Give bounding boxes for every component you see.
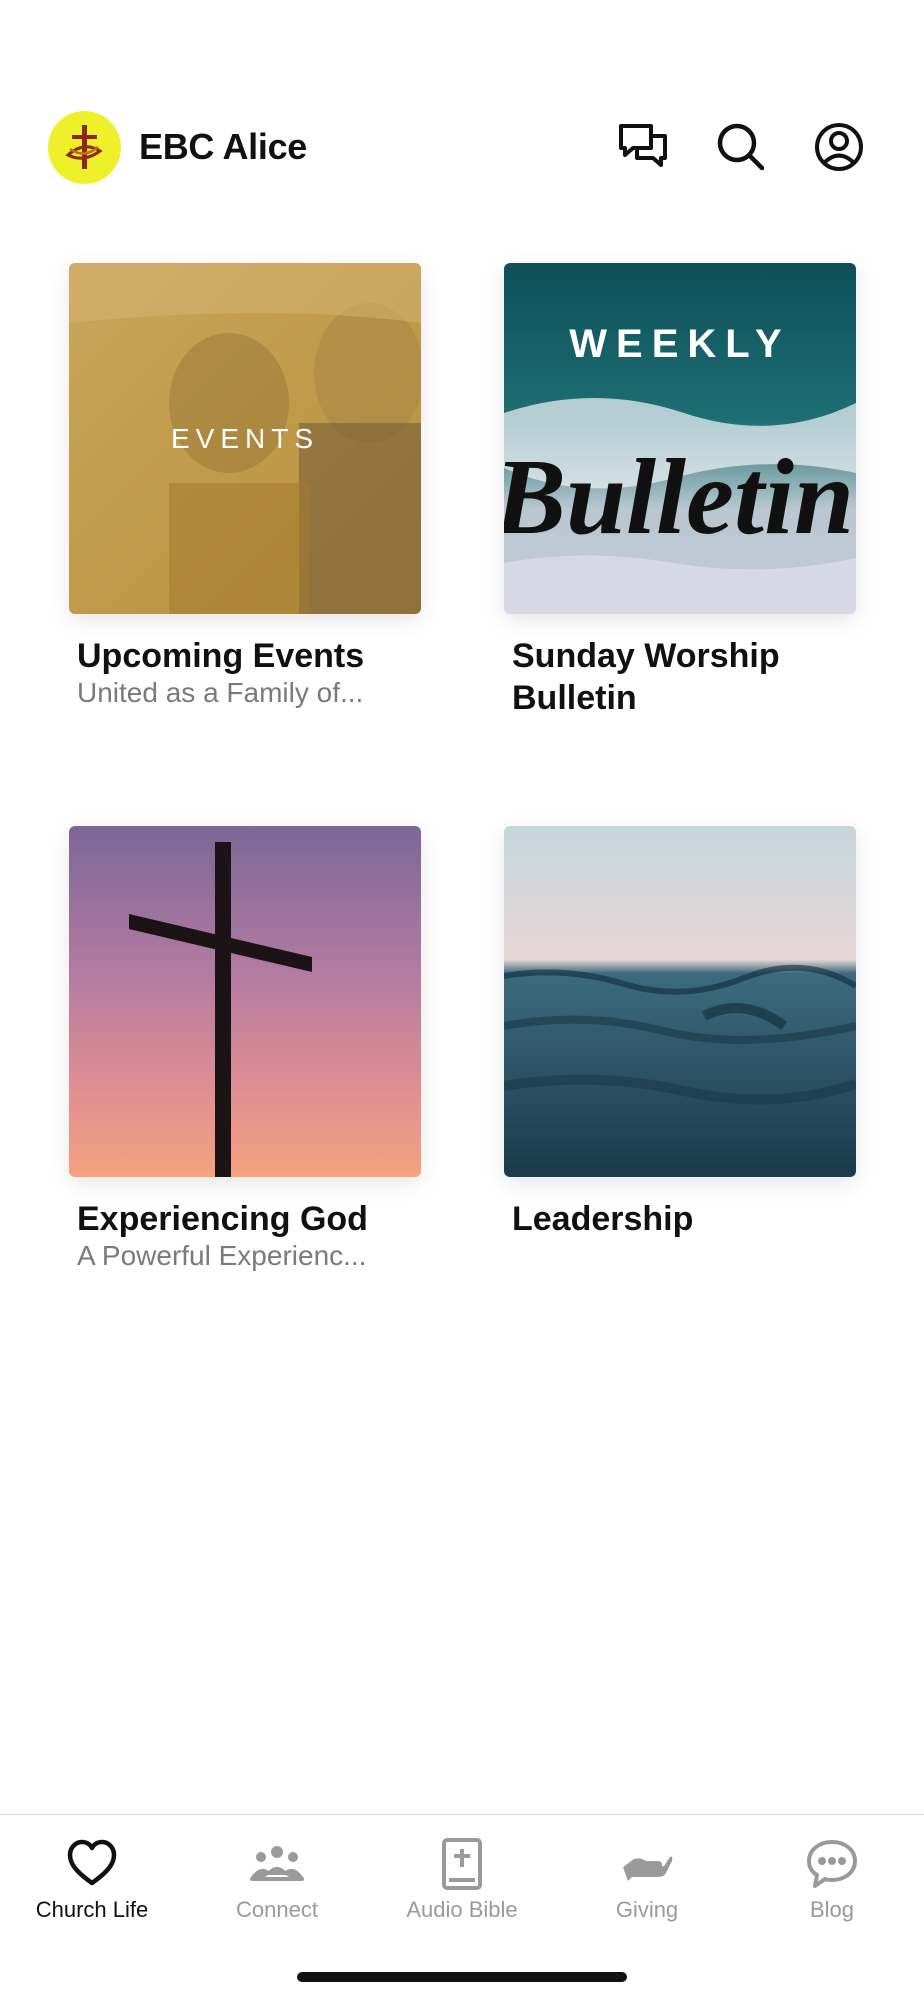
cross-logo-icon — [65, 125, 103, 169]
church-logo[interactable] — [48, 111, 121, 184]
account-icon[interactable] — [812, 120, 866, 174]
tab-blog[interactable]: Blog — [740, 1815, 924, 1945]
events-image-text: EVENTS — [171, 423, 319, 454]
heart-icon — [65, 1837, 119, 1891]
events-image: EVENTS — [69, 263, 421, 614]
tab-label: Blog — [809, 1897, 855, 1922]
bible-icon — [435, 1837, 489, 1891]
tab-label: Connect — [236, 1897, 318, 1922]
card-title: Leadership — [512, 1200, 694, 1238]
giving-hand-icon — [620, 1837, 674, 1891]
chat-icon[interactable] — [617, 120, 671, 174]
speech-bubble-icon — [805, 1837, 859, 1891]
tab-label: Church Life — [35, 1897, 149, 1922]
bulletin-image: WEEKLY Bulletin — [504, 263, 856, 614]
app-header: EBC Alice — [0, 0, 924, 240]
card-title: Sunday Worship Bulletin — [512, 637, 780, 717]
tab-church-life[interactable]: Church Life — [0, 1815, 184, 1945]
tab-audio-bible[interactable]: Audio Bible — [370, 1815, 554, 1945]
tab-label: Audio Bible — [406, 1897, 518, 1922]
cross-sunset-image — [69, 826, 421, 1177]
search-icon[interactable] — [714, 120, 768, 174]
tab-giving[interactable]: Giving — [555, 1815, 739, 1945]
ocean-image — [504, 826, 856, 1177]
bulletin-image-top-text: WEEKLY — [569, 322, 790, 366]
app-title: EBC Alice — [139, 126, 308, 167]
card-subtitle: A Powerful Experienc... — [77, 1240, 367, 1271]
bulletin-image-script-text: Bulletin — [504, 438, 854, 557]
tab-label: Giving — [615, 1897, 679, 1922]
tab-connect[interactable]: Connect — [185, 1815, 369, 1945]
home-indicator[interactable] — [297, 1972, 627, 1982]
card-subtitle: United as a Family of... — [77, 677, 364, 708]
card-title: Experiencing God — [77, 1200, 368, 1238]
card-title: Upcoming Events — [77, 637, 365, 675]
people-icon — [250, 1837, 304, 1891]
